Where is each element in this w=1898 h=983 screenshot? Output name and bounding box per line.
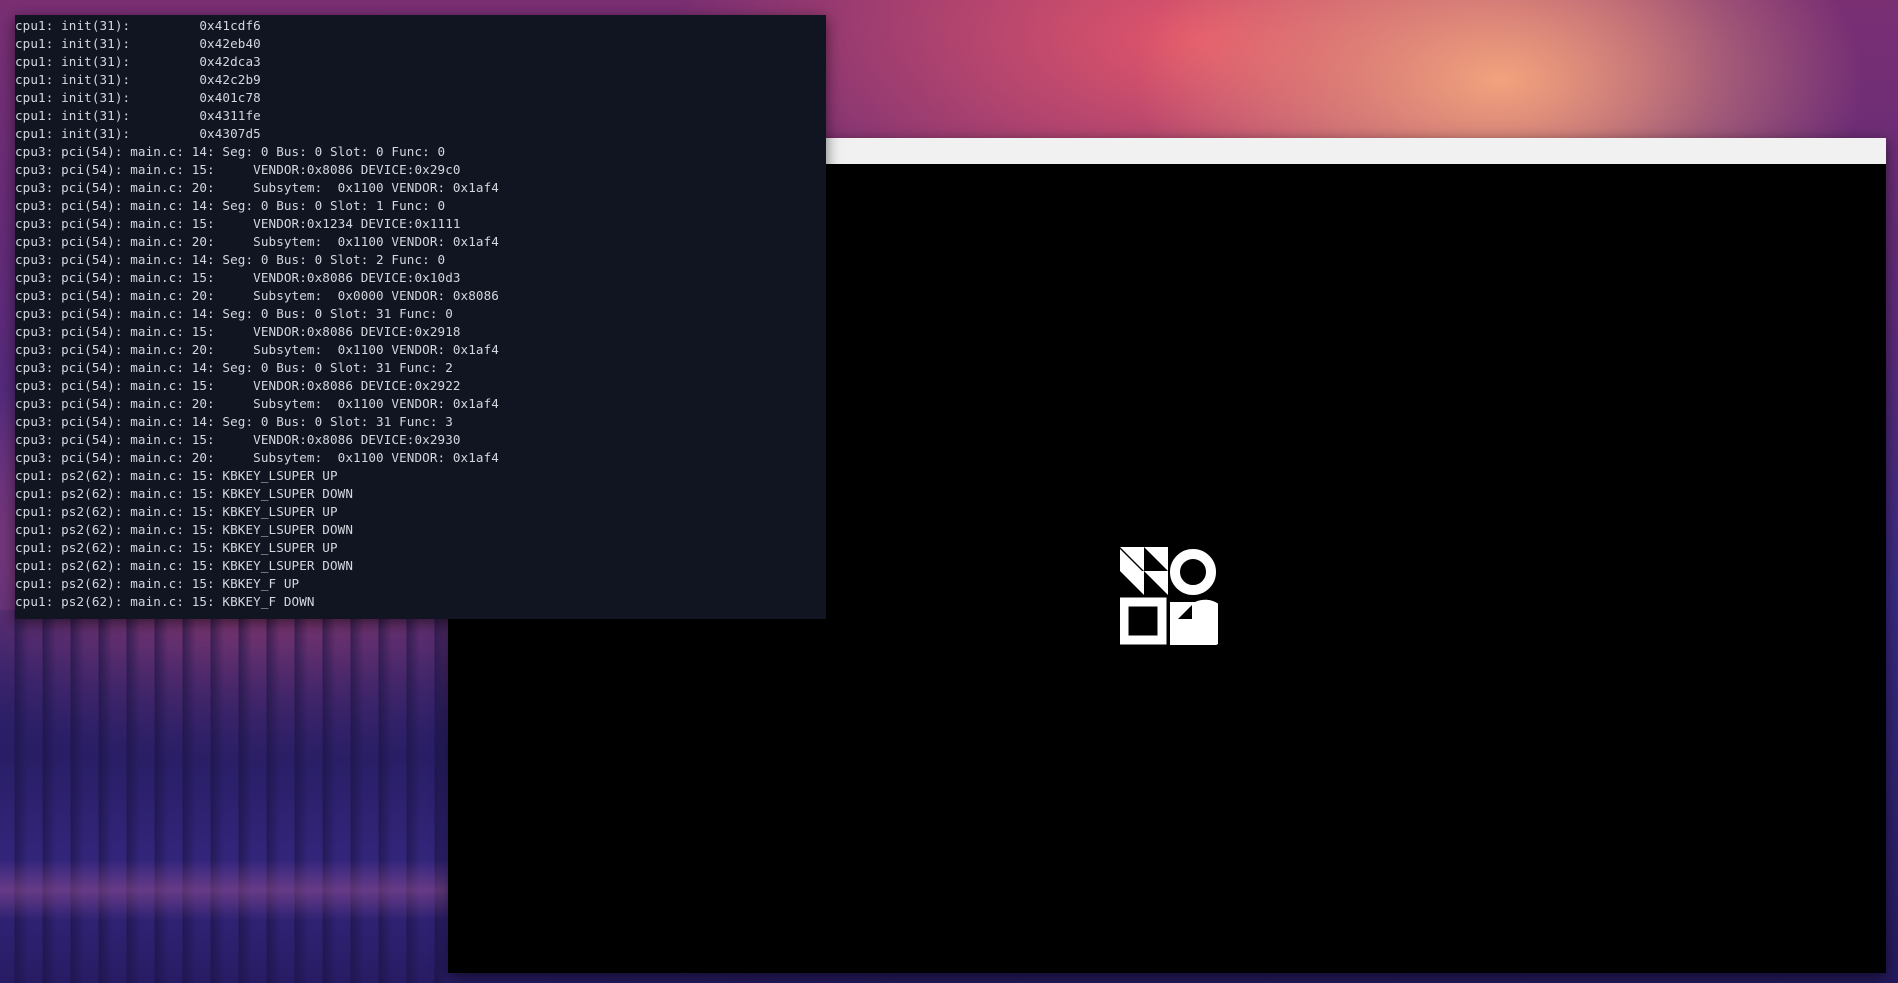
terminal-line: cpu1: ps2(62): main.c: 15: KBKEY_LSUPER … (15, 558, 354, 573)
terminal-line: cpu3: pci(54): main.c: 15: VENDOR:0x8086… (15, 162, 461, 177)
terminal-line: cpu1: ps2(62): main.c: 15: KBKEY_LSUPER … (15, 468, 338, 483)
terminal-line: cpu1: ps2(62): main.c: 15: KBKEY_LSUPER … (15, 486, 354, 501)
terminal-line: cpu3: pci(54): main.c: 20: Subsytem: 0x1… (15, 234, 499, 249)
terminal-line: cpu3: pci(54): main.c: 15: VENDOR:0x8086… (15, 324, 461, 339)
terminal-line: cpu3: pci(54): main.c: 20: Subsytem: 0x1… (15, 396, 499, 411)
terminal-line: cpu3: pci(54): main.c: 15: VENDOR:0x8086… (15, 432, 461, 447)
terminal-line: cpu1: init(31): 0x401c78 (15, 90, 261, 105)
terminal-line: cpu3: pci(54): main.c: 15: VENDOR:0x8086… (15, 378, 461, 393)
terminal-line: cpu1: ps2(62): main.c: 15: KBKEY_F UP (15, 576, 300, 591)
terminal-line: cpu1: init(31): 0x42c2b9 (15, 72, 261, 87)
terminal-line: cpu3: pci(54): main.c: 14: Seg: 0 Bus: 0… (15, 252, 446, 267)
terminal-line: cpu1: init(31): 0x41cdf6 (15, 18, 261, 33)
terminal-line: cpu3: pci(54): main.c: 14: Seg: 0 Bus: 0… (15, 360, 453, 375)
terminal-line: cpu3: pci(54): main.c: 20: Subsytem: 0x1… (15, 342, 499, 357)
wallpaper-forest (0, 610, 460, 983)
terminal-line: cpu3: pci(54): main.c: 14: Seg: 0 Bus: 0… (15, 144, 446, 159)
terminal-line: cpu3: pci(54): main.c: 20: Subsytem: 0x1… (15, 180, 499, 195)
terminal-line: cpu3: pci(54): main.c: 14: Seg: 0 Bus: 0… (15, 306, 453, 321)
terminal-line: cpu3: pci(54): main.c: 14: Seg: 0 Bus: 0… (15, 198, 446, 213)
terminal-line: cpu3: pci(54): main.c: 15: VENDOR:0x1234… (15, 216, 461, 231)
terminal-line: cpu1: ps2(62): main.c: 15: KBKEY_LSUPER … (15, 522, 354, 537)
terminal-window[interactable]: cpu1: init(31): 0x41cdf6 cpu1: init(31):… (15, 15, 826, 619)
terminal-line: cpu3: pci(54): main.c: 20: Subsytem: 0x0… (15, 288, 499, 303)
geometric-shapes-logo-icon (1120, 547, 1218, 645)
wallpaper-glow (0, 860, 460, 920)
terminal-line: cpu3: pci(54): main.c: 14: Seg: 0 Bus: 0… (15, 414, 453, 429)
terminal-line: cpu3: pci(54): main.c: 15: VENDOR:0x8086… (15, 270, 461, 285)
terminal-line: cpu1: ps2(62): main.c: 15: KBKEY_LSUPER … (15, 540, 338, 555)
terminal-line: cpu1: init(31): 0x42eb40 (15, 36, 261, 51)
terminal-line: cpu1: ps2(62): main.c: 15: KBKEY_LSUPER … (15, 504, 338, 519)
terminal-line: cpu3: pci(54): main.c: 20: Subsytem: 0x1… (15, 450, 499, 465)
terminal-line: cpu1: init(31): 0x4307d5 (15, 126, 261, 141)
terminal-line: cpu1: ps2(62): main.c: 15: KBKEY_F DOWN (15, 594, 315, 609)
terminal-line: cpu1: init(31): 0x42dca3 (15, 54, 261, 69)
terminal-line: cpu1: init(31): 0x4311fe (15, 108, 261, 123)
